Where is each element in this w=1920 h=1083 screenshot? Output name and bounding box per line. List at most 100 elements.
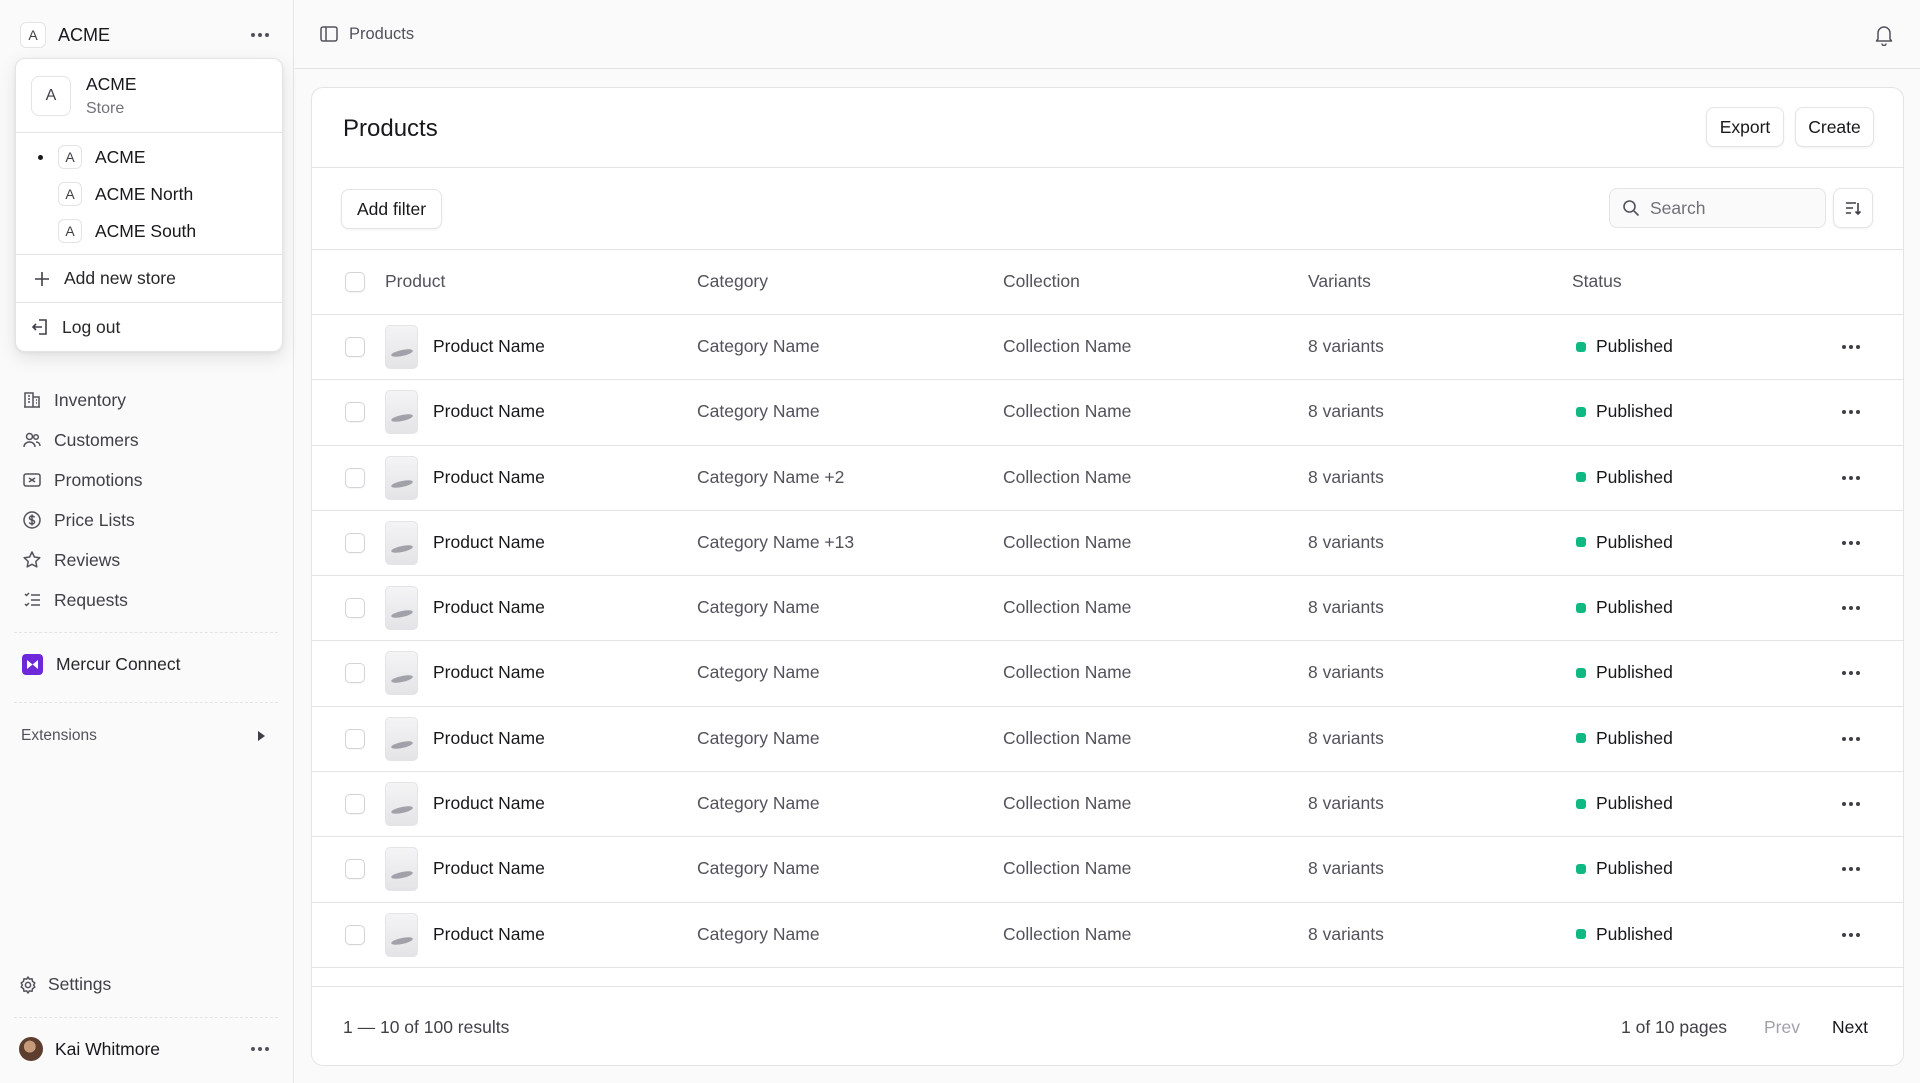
user-menu-icon[interactable] xyxy=(245,1041,275,1057)
column-header-status[interactable]: Status xyxy=(1572,271,1622,292)
user-menu[interactable]: Kai Whitmore xyxy=(19,1037,275,1061)
status-label: Published xyxy=(1596,401,1673,422)
logout-label: Log out xyxy=(62,316,121,337)
row-checkbox[interactable] xyxy=(345,859,365,880)
table-row[interactable]: Product Name Category Name +13 Collectio… xyxy=(312,511,1903,577)
store-option-acme-north[interactable]: A ACME North xyxy=(38,182,193,206)
table-row[interactable]: Product Name Category Name Collection Na… xyxy=(312,837,1903,903)
sidebar-item-mercur-connect[interactable]: Mercur Connect xyxy=(22,654,181,675)
variants-cell: 8 variants xyxy=(1308,336,1384,356)
status-badge: Published xyxy=(1576,858,1673,879)
search-input[interactable] xyxy=(1650,197,1810,219)
add-filter-button[interactable]: Add filter xyxy=(341,189,442,229)
product-name: Product Name xyxy=(433,597,545,618)
search-field[interactable] xyxy=(1609,188,1826,228)
variants-cell: 8 variants xyxy=(1308,793,1384,814)
status-label: Published xyxy=(1596,858,1673,879)
breadcrumb-current[interactable]: Products xyxy=(349,25,414,44)
select-all-checkbox[interactable] xyxy=(345,272,365,292)
table-body: Product Name Category Name Collection Na… xyxy=(312,315,1903,975)
column-header-collection[interactable]: Collection xyxy=(1003,271,1080,292)
logout-button[interactable]: Log out xyxy=(16,303,282,351)
row-actions-icon[interactable] xyxy=(1842,606,1860,611)
row-checkbox[interactable] xyxy=(345,467,365,488)
row-actions-icon[interactable] xyxy=(1842,345,1860,349)
collection-cell: Collection Name xyxy=(1003,727,1132,748)
column-header-category[interactable]: Category xyxy=(697,271,768,292)
sidebar-item-customers[interactable]: Customers xyxy=(22,420,272,460)
sidebar-item-inventory[interactable]: Inventory xyxy=(22,380,272,420)
sidebar-item-settings[interactable]: Settings xyxy=(18,974,111,995)
collection-cell: Collection Name xyxy=(1003,923,1132,944)
row-actions-icon[interactable] xyxy=(1842,540,1860,545)
row-checkbox[interactable] xyxy=(345,663,365,684)
product-name: Product Name xyxy=(433,336,545,356)
status-dot-icon xyxy=(1576,341,1586,352)
bullet-placeholder xyxy=(38,192,43,197)
add-new-store-label: Add new store xyxy=(64,268,176,288)
status-label: Published xyxy=(1596,793,1673,814)
export-button[interactable]: Export xyxy=(1706,107,1784,147)
store-menu-icon[interactable] xyxy=(245,27,275,43)
product-thumbnail xyxy=(385,651,418,696)
card-header: Products Export Create xyxy=(312,88,1903,168)
row-actions-icon[interactable] xyxy=(1842,410,1860,415)
store-switcher[interactable]: A ACME xyxy=(20,22,275,48)
row-actions-icon[interactable] xyxy=(1842,671,1860,676)
variants-cell: 8 variants xyxy=(1308,531,1384,552)
sort-icon xyxy=(1846,202,1862,216)
row-actions-icon[interactable] xyxy=(1842,475,1860,480)
table-row[interactable]: Product Name Category Name Collection Na… xyxy=(312,707,1903,773)
sort-button[interactable] xyxy=(1833,188,1873,228)
row-checkbox[interactable] xyxy=(345,402,365,423)
next-page-button[interactable]: Next xyxy=(1832,1017,1868,1038)
row-checkbox[interactable] xyxy=(345,794,365,815)
sidebar-item-price-lists[interactable]: Price Lists xyxy=(22,500,272,540)
product-name: Product Name xyxy=(433,401,545,422)
store-option-acme-south[interactable]: A ACME South xyxy=(38,219,196,243)
sidebar-item-promotions[interactable]: Promotions xyxy=(22,460,272,500)
row-checkbox[interactable] xyxy=(345,728,365,749)
store-list: A ACME A ACME North A ACME South xyxy=(16,133,282,255)
sidebar-item-reviews[interactable]: Reviews xyxy=(22,540,272,580)
extensions-toggle[interactable]: Extensions xyxy=(21,727,265,745)
table-row[interactable]: Product Name Category Name Collection Na… xyxy=(312,641,1903,707)
column-header-variants[interactable]: Variants xyxy=(1308,271,1371,292)
table-row[interactable]: Product Name Category Name Collection Na… xyxy=(312,772,1903,838)
status-dot-icon xyxy=(1576,602,1586,613)
row-checkbox[interactable] xyxy=(345,337,365,357)
page-indicator: 1 of 10 pages xyxy=(1621,1017,1728,1037)
row-checkbox[interactable] xyxy=(345,924,365,945)
product-name: Product Name xyxy=(433,531,545,552)
status-label: Published xyxy=(1596,923,1673,944)
column-header-product[interactable]: Product xyxy=(385,271,445,292)
table-row[interactable]: Product Name Category Name Collection Na… xyxy=(312,315,1903,381)
collection-cell: Collection Name xyxy=(1003,662,1132,683)
sidebar-item-requests[interactable]: Requests xyxy=(22,580,272,620)
table-row[interactable]: Product Name Category Name Collection Na… xyxy=(312,576,1903,642)
row-actions-icon[interactable] xyxy=(1842,802,1860,807)
caret-right-icon xyxy=(258,731,265,741)
prev-page-button[interactable]: Prev xyxy=(1764,1017,1800,1038)
row-checkbox[interactable] xyxy=(345,532,365,553)
table-row[interactable]: Product Name Category Name +2 Collection… xyxy=(312,446,1903,511)
store-avatar: A xyxy=(58,182,82,206)
bell-icon[interactable] xyxy=(1874,24,1894,46)
row-checkbox[interactable] xyxy=(345,598,365,619)
table-row[interactable]: Product Name Category Name Collection Na… xyxy=(312,380,1903,446)
star-icon xyxy=(23,551,41,568)
product-thumbnail xyxy=(385,912,418,957)
table-row[interactable]: Product Name Category Name Collection Na… xyxy=(312,903,1903,968)
row-actions-icon[interactable] xyxy=(1842,932,1860,937)
dollar-icon xyxy=(23,511,41,529)
page-title: Products xyxy=(343,115,438,142)
add-new-store-button[interactable]: Add new store xyxy=(16,255,282,303)
variants-cell: 8 variants xyxy=(1308,923,1384,944)
sidebar-toggle-icon[interactable] xyxy=(319,24,339,44)
store-option-acme[interactable]: A ACME xyxy=(38,145,146,169)
create-button[interactable]: Create xyxy=(1795,107,1874,147)
row-actions-icon[interactable] xyxy=(1842,867,1860,872)
product-name: Product Name xyxy=(433,727,545,748)
category-cell: Category Name xyxy=(697,858,820,879)
row-actions-icon[interactable] xyxy=(1842,736,1860,741)
